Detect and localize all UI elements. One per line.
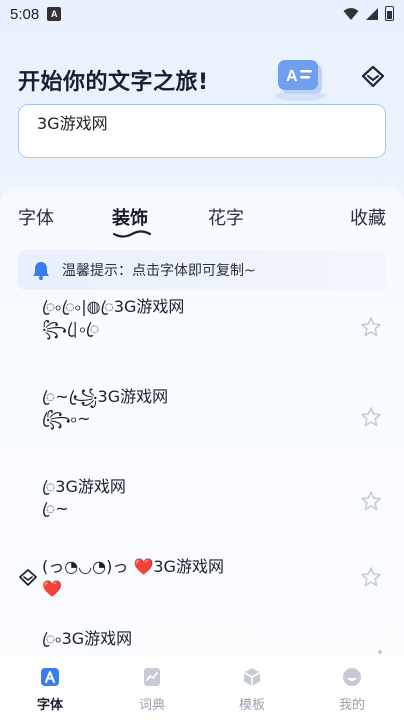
tab-font[interactable]: 字体 [18, 204, 54, 230]
tab-favorites[interactable]: 收藏 [350, 204, 386, 230]
wifi-icon [343, 7, 359, 20]
template-icon [243, 668, 261, 686]
list-item[interactable]: ꦿ~꧁ꦿ3G游戏网 ꧂ꦿ৹~ [18, 386, 386, 456]
star-icon[interactable] [360, 406, 382, 428]
tip-text: 温馨提示：点击字体即可复制~ [62, 263, 256, 279]
bottom-nav: 字体 词典 模板 我的 [0, 656, 404, 720]
list-item[interactable]: ꦿ৹3G游戏网 [18, 628, 386, 656]
status-indicators [343, 6, 394, 21]
battery-icon [385, 6, 394, 21]
status-bar: 5:08 A [0, 0, 404, 28]
signal-icon [366, 7, 378, 20]
item-text[interactable]: ꦿ৹ꦿ৹|◍ꦿ3G游戏网 ꧂|ꦿ৹ꦿ [42, 296, 342, 341]
item-text[interactable]: ꦿ৹3G游戏网 [42, 628, 342, 650]
star-icon[interactable] [360, 566, 382, 588]
font-icon [41, 668, 59, 686]
page-title: 开始你的文字之旅! [18, 70, 209, 95]
nav-label: 我的 [338, 698, 365, 713]
nav-template[interactable]: 模板 [222, 666, 282, 713]
nav-profile[interactable]: 我的 [322, 666, 382, 713]
vip-diamond-icon [19, 569, 37, 586]
profile-icon [343, 668, 361, 686]
scroll-indicator [378, 650, 382, 654]
list-item[interactable]: ꦿ3G游戏网 ꦿ~ [18, 476, 386, 546]
notification-icon: A [47, 7, 62, 21]
text-input[interactable]: 3G游戏网 [18, 104, 386, 158]
nav-dictionary[interactable]: 词典 [122, 666, 182, 713]
star-icon[interactable] [360, 490, 382, 512]
dictionary-icon [144, 668, 160, 686]
hero-icon-letter: A [286, 68, 298, 85]
list-item[interactable]: (っ◔◡◔)っ ❤️3G游戏网 ❤️ [18, 556, 386, 626]
list-item[interactable]: ꦿ৹ꦿ৹|◍ꦿ3G游戏网 ꧂|ꦿ৹ꦿ [18, 296, 386, 366]
tab-fancy[interactable]: 花字 [208, 204, 244, 230]
tip-bar: 温馨提示：点击字体即可复制~ [18, 250, 386, 290]
nav-label: 模板 [238, 698, 265, 713]
category-tabs: 字体 装饰 花字 收藏 [0, 198, 404, 238]
active-tab-indicator [112, 230, 152, 238]
vip-diamond-icon[interactable] [360, 64, 386, 90]
item-text[interactable]: (っ◔◡◔)っ ❤️3G游戏网 ❤️ [42, 556, 342, 601]
status-time: 5:08 [10, 5, 40, 23]
nav-font[interactable]: 字体 [20, 666, 80, 713]
nav-label: 字体 [36, 698, 63, 713]
nav-label: 词典 [138, 698, 165, 713]
item-text[interactable]: ꦿ~꧁ꦿ3G游戏网 ꧂ꦿ৹~ [42, 386, 342, 431]
star-icon[interactable] [360, 316, 382, 338]
text-hero-icon: A [274, 60, 326, 101]
tab-decoration[interactable]: 装饰 [112, 204, 148, 230]
bell-icon [33, 262, 49, 280]
item-text[interactable]: ꦿ3G游戏网 ꦿ~ [42, 476, 342, 521]
